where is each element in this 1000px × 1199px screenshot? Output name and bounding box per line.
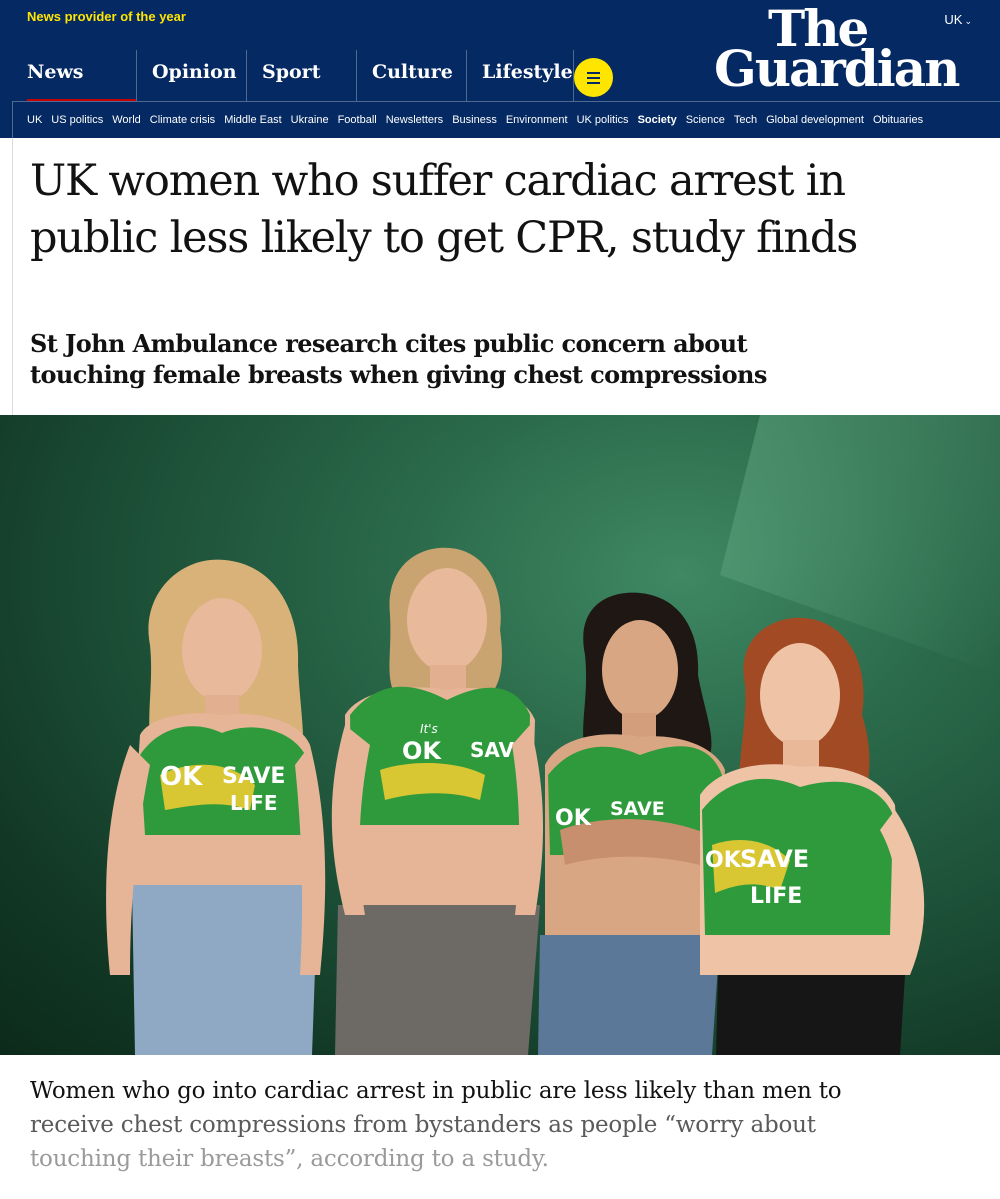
woman-4: OK SAVE LIFE [700, 617, 925, 1055]
tagline: News provider of the year [27, 9, 186, 24]
subnav-link-environment[interactable]: Environment [506, 114, 568, 126]
bra-slogan-its: It's [420, 722, 438, 736]
lead-line: touching their breasts”, according to a … [30, 1146, 549, 1172]
subnav-link-business[interactable]: Business [452, 114, 497, 126]
section-subnav: UK US politics World Climate crisis Midd… [12, 101, 1000, 138]
guardian-logo[interactable]: The Guardian [714, 4, 978, 100]
woman-2: OK SAVE It's [331, 547, 544, 1055]
subnav-link-obituaries[interactable]: Obituaries [873, 114, 923, 126]
subnav-link-society[interactable]: Society [638, 114, 677, 126]
subnav-link-climate-crisis[interactable]: Climate crisis [150, 114, 215, 126]
subnav-link-world[interactable]: World [112, 114, 141, 126]
woman-1: OK SAVE LIFE [106, 559, 326, 1055]
bra-slogan-save: SAVE [222, 764, 285, 789]
standfirst-line: touching female breasts when giving ches… [30, 360, 767, 389]
menu-button[interactable] [574, 58, 613, 97]
column-rule [12, 138, 13, 415]
article-lead: Women who go into cardiac arrest in publ… [30, 1074, 930, 1176]
subnav-link-uk[interactable]: UK [27, 114, 42, 126]
hero-image: OK SAVE LIFE OK SAVE It's OK SAVE OK SAV… [0, 415, 1000, 1055]
article-standfirst: St John Ambulance research cites public … [30, 328, 930, 390]
pillar-news[interactable]: News [12, 50, 137, 102]
pillar-lifestyle[interactable]: Lifestyle [466, 50, 584, 102]
pillar-label: Lifestyle [482, 61, 573, 83]
bra-slogan-save: SAVE [740, 845, 809, 873]
subnav-link-tech[interactable]: Tech [734, 114, 757, 126]
pillar-label: Sport [262, 61, 321, 83]
hamburger-icon [587, 71, 600, 74]
hamburger-icon [587, 81, 600, 84]
bra-slogan-life: LIFE [230, 791, 278, 815]
subnav-link-global-development[interactable]: Global development [766, 114, 864, 126]
standfirst-line: St John Ambulance research cites public … [30, 329, 748, 358]
hamburger-icon [587, 76, 600, 79]
subnav-link-science[interactable]: Science [686, 114, 725, 126]
woman-3: OK SAVE [538, 592, 725, 1055]
bra-slogan-ok: OK [555, 806, 592, 831]
bra-slogan-life: LIFE [750, 884, 802, 909]
subnav-link-us-politics[interactable]: US politics [51, 114, 103, 126]
headline-line: public less likely to get CPR, study fin… [30, 213, 858, 263]
pillar-label: Culture [372, 61, 453, 83]
hero-illustration: OK SAVE LIFE OK SAVE It's OK SAVE OK SAV… [106, 415, 1000, 1055]
lead-line: receive chest compressions from bystande… [30, 1112, 816, 1138]
pillar-label: News [27, 61, 84, 83]
pillar-nav: News Opinion Sport Culture Lifestyle [12, 50, 584, 102]
pillar-label: Opinion [152, 61, 237, 83]
bra-slogan-ok: OK [705, 848, 742, 873]
lead-line: Women who go into cardiac arrest in publ… [30, 1078, 842, 1104]
subnav-link-newsletters[interactable]: Newsletters [386, 114, 443, 126]
bra-slogan-ok: OK [160, 762, 203, 792]
subnav-link-ukraine[interactable]: Ukraine [291, 114, 329, 126]
subnav-link-middle-east[interactable]: Middle East [224, 114, 281, 126]
subnav-link-football[interactable]: Football [338, 114, 377, 126]
article-headline: UK women who suffer cardiac arrest in pu… [30, 153, 980, 267]
logo-line-2: Guardian [714, 39, 960, 98]
headline-line: UK women who suffer cardiac arrest in [30, 156, 846, 206]
bra-slogan-save: SAVE [610, 798, 665, 820]
masthead: News provider of the year UK ⌄ The Guardi… [0, 0, 1000, 138]
bra-slogan-ok: OK [402, 737, 442, 765]
pillar-opinion[interactable]: Opinion [136, 50, 246, 102]
pillar-culture[interactable]: Culture [356, 50, 466, 102]
subnav-link-uk-politics[interactable]: UK politics [577, 114, 629, 126]
pillar-sport[interactable]: Sport [246, 50, 356, 102]
